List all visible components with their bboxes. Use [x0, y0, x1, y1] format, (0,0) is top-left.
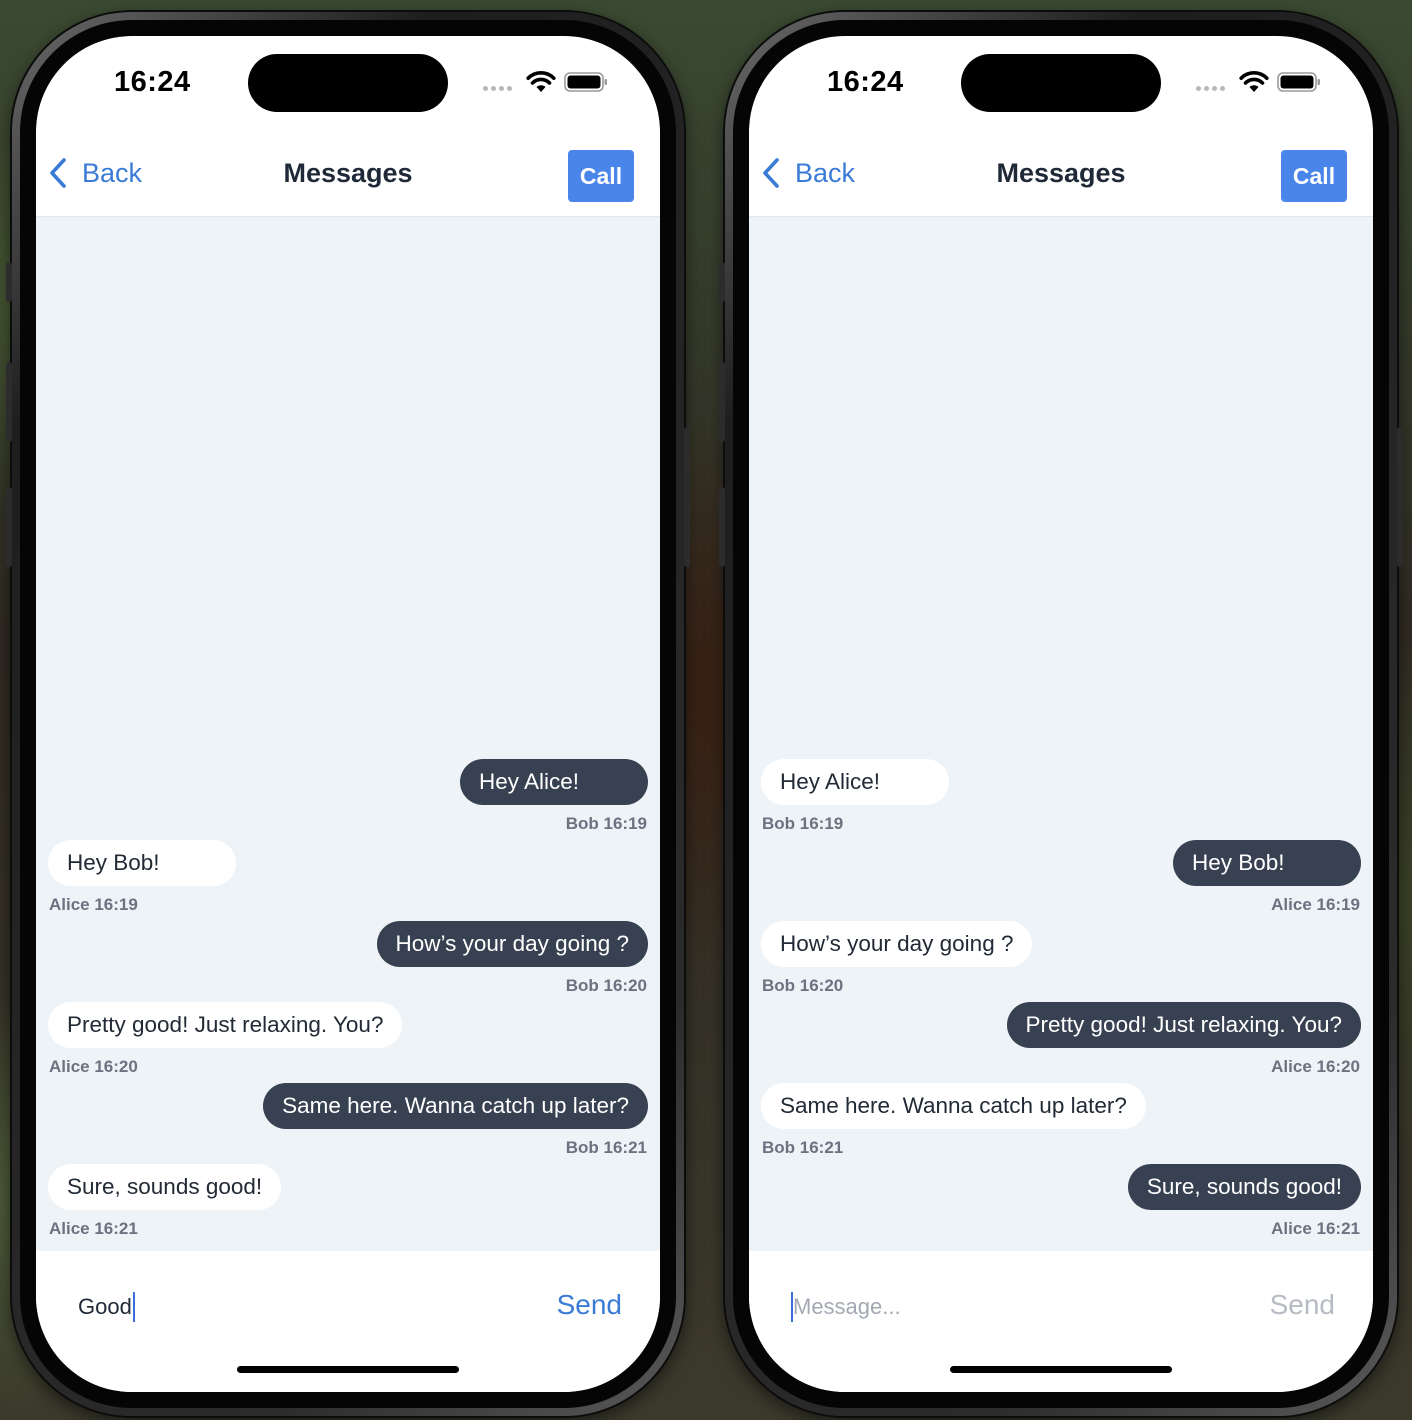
status-bar: 16:24 — [36, 36, 660, 132]
message-list: Hey Alice! Bob 16:19 Hey Bob! Alice 16:1… — [48, 759, 648, 1245]
message-item: Sure, sounds good! Alice 16:21 — [761, 1164, 1361, 1240]
volume-down-button — [719, 487, 725, 567]
message-input[interactable]: Message... — [791, 1287, 901, 1327]
message-meta: Bob 16:21 — [565, 1138, 647, 1157]
power-button — [684, 427, 690, 567]
message-item: Same here. Wanna catch up later? Bob 16:… — [48, 1083, 648, 1159]
page-title: Messages — [996, 158, 1126, 188]
volume-down-button — [6, 487, 12, 567]
message-meta: Alice 16:21 — [49, 1219, 138, 1238]
message-bubble[interactable]: Hey Bob! — [1173, 840, 1361, 886]
message-meta: Bob 16:21 — [762, 1138, 844, 1157]
message-bubble[interactable]: Hey Bob! — [48, 840, 236, 886]
message-bubble[interactable]: How’s your day going ? — [376, 921, 648, 967]
message-bubble[interactable]: Same here. Wanna catch up later? — [761, 1083, 1146, 1129]
message-meta: Bob 16:20 — [565, 976, 647, 995]
message-item: Hey Bob! Alice 16:19 — [761, 840, 1361, 916]
wifi-icon — [1239, 71, 1269, 92]
text-caret — [132, 1292, 135, 1322]
message-item: Hey Alice! Bob 16:19 — [48, 759, 648, 835]
page-title: Messages — [283, 158, 413, 188]
message-bubble[interactable]: Hey Alice! — [460, 759, 648, 805]
home-indicator[interactable] — [950, 1366, 1172, 1373]
message-bubble[interactable]: Same here. Wanna catch up later? — [263, 1083, 648, 1129]
message-bubble[interactable]: Pretty good! Just relaxing. You? — [48, 1002, 403, 1048]
message-meta: Alice 16:20 — [1271, 1057, 1360, 1076]
message-bubble[interactable]: How’s your day going ? — [761, 921, 1033, 967]
phone-right: 16:24 Back Messages Call Hey Alice! Bob … — [719, 12, 1403, 1416]
volume-up-button — [6, 362, 12, 442]
battery-icon — [1277, 72, 1320, 92]
status-time: 16:24 — [114, 66, 191, 98]
message-input[interactable]: Good — [78, 1287, 135, 1327]
call-button[interactable]: Call — [1281, 150, 1347, 202]
message-meta: Alice 16:21 — [1271, 1219, 1360, 1238]
message-item: How’s your day going ? Bob 16:20 — [48, 921, 648, 997]
send-button[interactable]: Send — [1270, 1289, 1335, 1321]
message-item: Hey Alice! Bob 16:19 — [761, 759, 1361, 835]
nav-bar: Back Messages Call — [36, 132, 660, 217]
mute-switch — [6, 262, 12, 302]
message-meta: Bob 16:20 — [762, 976, 844, 995]
wifi-icon — [526, 71, 556, 92]
battery-icon — [564, 72, 607, 92]
chat-area[interactable]: Hey Alice! Bob 16:19 Hey Bob! Alice 16:1… — [749, 217, 1373, 1251]
message-item: Pretty good! Just relaxing. You? Alice 1… — [761, 1002, 1361, 1078]
mute-switch — [719, 262, 725, 302]
message-bubble[interactable]: Pretty good! Just relaxing. You? — [1006, 1002, 1361, 1048]
text-caret — [791, 1292, 793, 1322]
send-button[interactable]: Send — [557, 1289, 622, 1321]
call-button[interactable]: Call — [568, 150, 634, 202]
message-meta: Alice 16:19 — [1271, 895, 1360, 914]
phone-screen: 16:24 Back Messages Call Hey Alice! Bob … — [749, 36, 1373, 1392]
phone-screen: 16:24 Back Messages Call Hey Alice! Bob … — [36, 36, 660, 1392]
phone-left: 16:24 Back Messages Call Hey Alice! Bob … — [6, 12, 690, 1416]
status-time: 16:24 — [827, 66, 904, 98]
cellular-signal-icon — [1196, 86, 1228, 92]
message-meta: Alice 16:19 — [49, 895, 138, 914]
status-bar: 16:24 — [749, 36, 1373, 132]
message-meta: Bob 16:19 — [762, 814, 844, 833]
message-meta: Bob 16:19 — [565, 814, 647, 833]
message-item: Sure, sounds good! Alice 16:21 — [48, 1164, 648, 1240]
message-bubble[interactable]: Hey Alice! — [761, 759, 949, 805]
message-input-value: Good — [78, 1294, 132, 1319]
dynamic-island — [961, 54, 1161, 112]
message-item: Same here. Wanna catch up later? Bob 16:… — [761, 1083, 1361, 1159]
message-item: Hey Bob! Alice 16:19 — [48, 840, 648, 916]
home-indicator[interactable] — [237, 1366, 459, 1373]
message-item: How’s your day going ? Bob 16:20 — [761, 921, 1361, 997]
dynamic-island — [248, 54, 448, 112]
volume-up-button — [719, 362, 725, 442]
message-meta: Alice 16:20 — [49, 1057, 138, 1076]
message-bubble[interactable]: Sure, sounds good! — [1127, 1164, 1361, 1210]
chat-area[interactable]: Hey Alice! Bob 16:19 Hey Bob! Alice 16:1… — [36, 217, 660, 1251]
message-input-placeholder: Message... — [793, 1294, 901, 1319]
power-button — [1397, 427, 1403, 567]
nav-bar: Back Messages Call — [749, 132, 1373, 217]
cellular-signal-icon — [483, 86, 515, 92]
message-item: Pretty good! Just relaxing. You? Alice 1… — [48, 1002, 648, 1078]
message-bubble[interactable]: Sure, sounds good! — [48, 1164, 282, 1210]
message-list: Hey Alice! Bob 16:19 Hey Bob! Alice 16:1… — [761, 759, 1361, 1245]
